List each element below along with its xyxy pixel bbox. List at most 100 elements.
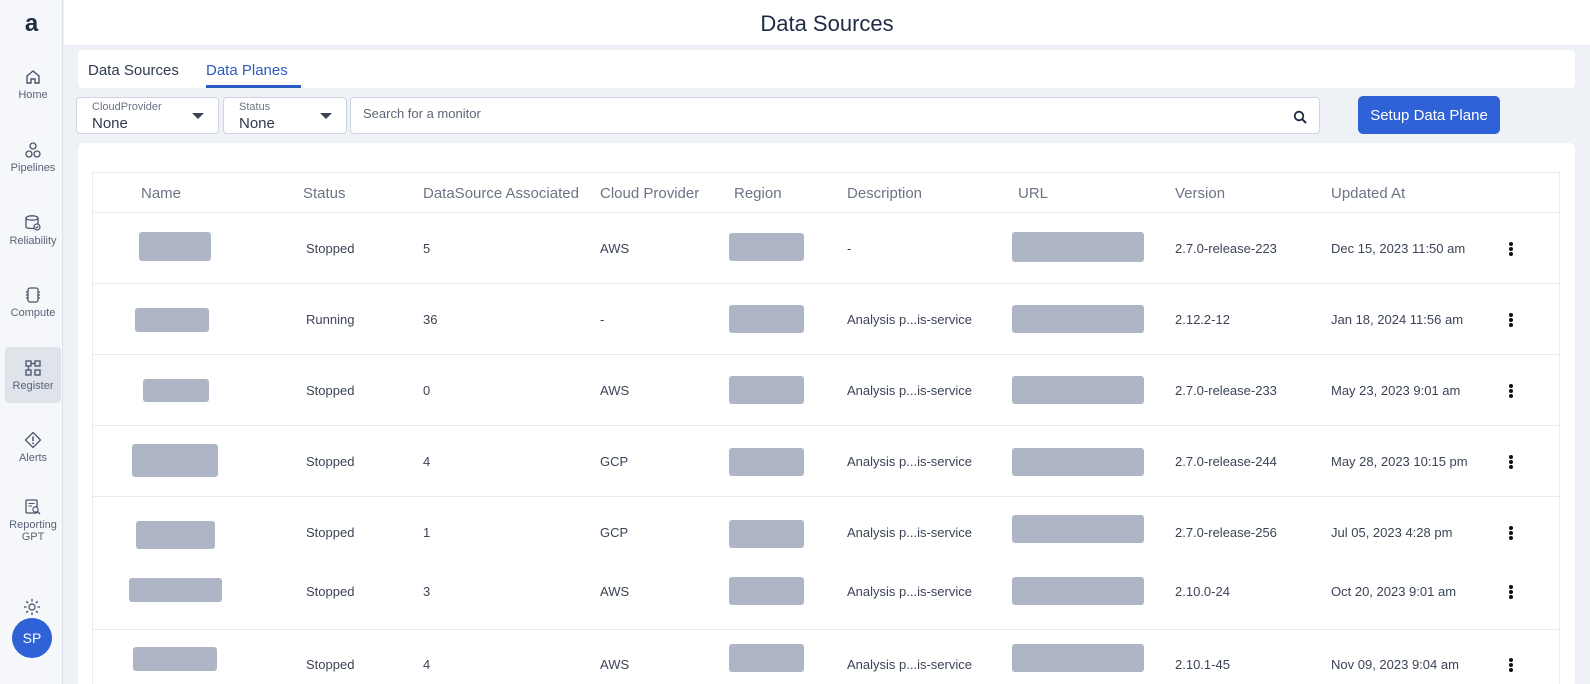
row-datasource-count: 4 — [423, 657, 431, 672]
column-header-status[interactable]: Status — [303, 185, 346, 202]
redacted-name — [135, 308, 209, 332]
row-datasource-count: 36 — [423, 312, 438, 327]
redacted-url — [1012, 232, 1144, 262]
row-cloud-provider: GCP — [600, 454, 629, 469]
sidebar-item-reliability[interactable]: Reliability — [5, 214, 61, 254]
redacted-url — [1012, 644, 1144, 672]
sidebar-item-compute[interactable]: Compute — [5, 286, 61, 326]
row-version: 2.10.0-24 — [1175, 584, 1230, 599]
more-vert-icon[interactable] — [1509, 658, 1513, 673]
caret-down-icon — [320, 113, 332, 119]
table-row[interactable]: Stopped 3 AWS Analysis p...is-service 2.… — [93, 566, 1559, 629]
redacted-region — [729, 448, 804, 476]
row-version: 2.7.0-release-256 — [1175, 525, 1277, 540]
row-status: Stopped — [306, 454, 355, 469]
redacted-region — [729, 305, 804, 333]
row-version: 2.12.2-12 — [1175, 312, 1230, 327]
report-search-icon — [25, 499, 41, 515]
table-row[interactable]: Stopped 4 GCP Analysis p...is-service 2.… — [93, 425, 1559, 496]
column-header-cloud-provider[interactable]: Cloud Provider — [600, 185, 699, 202]
sidebar-item-pipelines[interactable]: Pipelines — [5, 141, 61, 181]
row-status: Stopped — [306, 525, 355, 540]
active-tab-indicator — [206, 85, 301, 88]
sidebar-item-label: Reporting GPT — [9, 519, 57, 543]
column-header-version[interactable]: Version — [1175, 185, 1225, 202]
table-row[interactable]: Running 36 - Analysis p...is-service 2.1… — [93, 283, 1559, 354]
more-vert-icon[interactable] — [1509, 585, 1513, 600]
redacted-region — [729, 376, 804, 404]
row-status: Stopped — [306, 657, 355, 672]
redacted-name — [132, 444, 218, 477]
column-header-datasource-associated[interactable]: DataSource Associated — [423, 185, 579, 202]
redacted-url — [1012, 376, 1144, 404]
redacted-url — [1012, 577, 1144, 605]
row-datasource-count: 0 — [423, 383, 431, 398]
more-vert-icon[interactable] — [1509, 313, 1513, 328]
caret-down-icon — [192, 113, 204, 119]
column-header-description[interactable]: Description — [847, 185, 922, 202]
more-vert-icon[interactable] — [1509, 384, 1513, 399]
gear-icon[interactable] — [22, 597, 42, 617]
row-cloud-provider: AWS — [600, 241, 630, 256]
tab-data-planes[interactable]: Data Planes — [206, 62, 288, 79]
redacted-url — [1012, 515, 1144, 543]
sidebar-item-home[interactable]: Home — [5, 68, 61, 108]
search-input[interactable] — [363, 106, 1283, 121]
column-header-name[interactable]: Name — [141, 185, 181, 202]
table-row[interactable]: Stopped 0 AWS Analysis p...is-service 2.… — [93, 354, 1559, 425]
row-cloud-provider: AWS — [600, 584, 630, 599]
redacted-name — [129, 578, 222, 602]
more-vert-icon[interactable] — [1509, 242, 1513, 257]
data-planes-table: Name Status DataSource Associated Cloud … — [92, 172, 1560, 684]
row-description: - — [847, 241, 852, 256]
row-version: 2.7.0-release-223 — [1175, 241, 1277, 256]
more-vert-icon[interactable] — [1509, 526, 1513, 541]
sidebar-item-register[interactable]: Register — [5, 347, 61, 403]
row-description: Analysis p...is-service — [847, 383, 972, 398]
home-icon — [26, 70, 40, 84]
tab-data-sources[interactable]: Data Sources — [88, 62, 179, 79]
avatar[interactable]: SP — [12, 618, 52, 658]
row-updated-at: Oct 20, 2023 9:01 am — [1331, 584, 1457, 599]
row-updated-at: Jan 18, 2024 11:56 am — [1331, 312, 1464, 327]
row-status: Running — [306, 312, 355, 327]
sidebar-item-label: Home — [18, 89, 48, 101]
setup-data-plane-button[interactable]: Setup Data Plane — [1358, 96, 1500, 134]
sidebar-item-label: Compute — [10, 307, 56, 319]
sidebar-item-reporting-gpt[interactable]: Reporting GPT — [5, 498, 61, 548]
table-row[interactable]: Stopped 4 AWS Analysis p...is-service 2.… — [93, 629, 1559, 684]
row-datasource-count: 5 — [423, 241, 431, 256]
tab-bar: Data Sources Data Planes — [78, 50, 1575, 88]
row-updated-at: May 23, 2023 9:01 am — [1331, 383, 1461, 398]
column-header-updated-at[interactable]: Updated At — [1331, 185, 1405, 202]
register-icon — [25, 360, 41, 376]
redacted-region — [729, 520, 804, 548]
status-select[interactable]: Status None — [223, 97, 347, 134]
table-row[interactable]: Stopped 1 GCP Analysis p...is-service 2.… — [93, 496, 1559, 566]
row-datasource-count: 3 — [423, 584, 431, 599]
column-header-url[interactable]: URL — [1018, 185, 1048, 202]
row-cloud-provider: AWS — [600, 657, 630, 672]
row-description: Analysis p...is-service — [847, 312, 972, 327]
row-status: Stopped — [306, 383, 355, 398]
column-header-region[interactable]: Region — [734, 185, 782, 202]
cloud-provider-value: None — [92, 115, 128, 132]
row-version: 2.10.1-45 — [1175, 657, 1230, 672]
status-filter-value: None — [239, 115, 275, 132]
more-vert-icon[interactable] — [1509, 455, 1513, 470]
sidebar-item-label: Reliability — [9, 235, 57, 247]
cloud-provider-select[interactable]: CloudProvider None — [76, 97, 219, 134]
sidebar-item-label: Pipelines — [10, 162, 56, 174]
redacted-url — [1012, 448, 1144, 476]
sidebar-item-alerts[interactable]: Alerts — [5, 431, 61, 471]
app-logo[interactable]: a — [0, 10, 63, 38]
page-title: Data Sources — [760, 11, 894, 36]
search-icon[interactable] — [1293, 110, 1307, 124]
row-updated-at: Jul 05, 2023 4:28 pm — [1331, 525, 1453, 540]
row-description: Analysis p...is-service — [847, 454, 972, 469]
search-box — [350, 97, 1320, 134]
alert-icon — [24, 431, 42, 449]
table-row[interactable]: Stopped 5 AWS - 2.7.0-release-223 Dec 15… — [93, 212, 1559, 283]
redacted-name — [139, 232, 211, 261]
row-description: Analysis p...is-service — [847, 657, 972, 672]
